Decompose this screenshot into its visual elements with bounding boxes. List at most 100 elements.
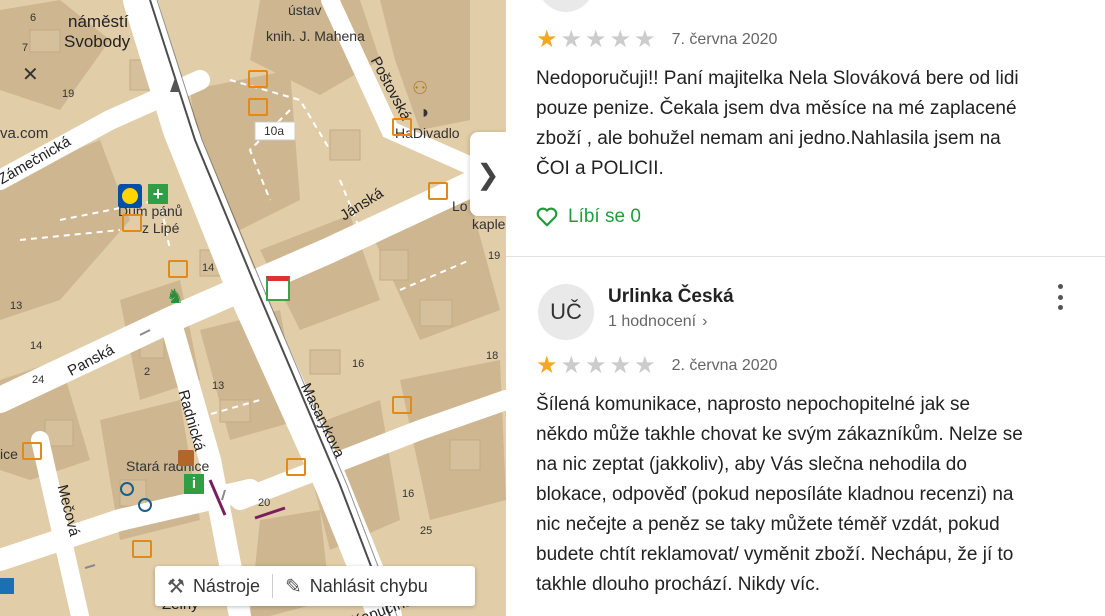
- review-text-line: zboží , ale bohužel nemam ani jedno.Nahl…: [536, 128, 1001, 149]
- avatar: [538, 0, 594, 12]
- star-empty-icon: ★: [560, 26, 583, 53]
- map-label-lipe: z Lipé: [142, 220, 180, 236]
- house-number: 16: [402, 488, 415, 500]
- reviews-panel[interactable]: ★ ★ ★ ★ ★ 7. června 2020 Nedoporučuji!! Paní…: [506, 0, 1105, 616]
- pharmacy-icon[interactable]: +: [148, 184, 168, 204]
- house-number: 7: [22, 42, 29, 54]
- shop-icon[interactable]: [428, 182, 448, 200]
- more-options-icon[interactable]: [1052, 284, 1068, 310]
- star-rating: ★ ★ ★ ★ ★: [536, 28, 656, 52]
- map-badge-10a: 10a: [264, 124, 285, 138]
- star-empty-icon: ★: [560, 352, 583, 379]
- house-number: 19: [488, 250, 501, 262]
- theatre-mask-icon[interactable]: ◗: [420, 102, 431, 123]
- heart-icon: [536, 207, 558, 227]
- house-number: 19: [62, 88, 75, 100]
- avatar-initials: UČ: [550, 299, 582, 324]
- star-empty-icon: ★: [585, 352, 607, 379]
- map-label-svobody: Svobody: [64, 32, 131, 51]
- star-filled-icon: ★: [536, 352, 558, 379]
- tools-button[interactable]: ⚒ Nástroje: [155, 566, 272, 606]
- store-brand-icon[interactable]: [266, 276, 290, 301]
- tools-label: Nástroje: [192, 575, 260, 596]
- like-row: Líbí se 0: [536, 206, 1081, 228]
- avatar[interactable]: UČ: [538, 284, 594, 340]
- house-number: 13: [212, 380, 225, 392]
- house-number: 24: [32, 374, 45, 386]
- house-number: 25: [420, 525, 433, 537]
- house-number: 2: [144, 366, 151, 378]
- shop-icon[interactable]: [248, 70, 268, 88]
- map-label-ice: ice: [0, 446, 18, 462]
- review-text: Šílená komunikace, naprosto nepochopitel…: [536, 390, 1081, 600]
- review-rating-row: ★ ★ ★ ★ ★ 2. června 2020: [536, 354, 1081, 378]
- chevron-right-icon: ›: [702, 313, 708, 330]
- map-toolbar: ⚒ Nástroje ✎ Nahlásit chybu: [155, 566, 475, 606]
- map-label-ustav: ústav: [288, 2, 322, 18]
- shop-icon[interactable]: [248, 98, 268, 116]
- reviewer-name[interactable]: Urlinka Česká: [608, 286, 734, 308]
- report-error-label: Nahlásit chybu: [309, 575, 428, 596]
- bus-stop-icon[interactable]: [120, 482, 134, 496]
- review-text-line: Nedoporučuji!! Paní majitelka Nela Slová…: [536, 68, 1019, 89]
- star-empty-icon: ★: [634, 26, 656, 53]
- review-text-line: blokace, odpověď (pokud neposíláte kladn…: [536, 484, 1014, 505]
- theatre-icon[interactable]: ⚇: [412, 78, 428, 99]
- review-text-line: na nic zeptat (jakkoliv), aby Vás slečna…: [536, 454, 967, 475]
- lidl-logo-icon[interactable]: [118, 184, 142, 208]
- house-number: 13: [10, 300, 23, 312]
- bus-stop-icon[interactable]: [138, 498, 152, 512]
- map-label-stara-radnice: Stará radnice: [126, 458, 210, 474]
- star-rating: ★ ★ ★ ★ ★: [536, 354, 656, 378]
- review-divider: [506, 256, 1105, 257]
- like-button[interactable]: Líbí se 0: [536, 206, 1081, 228]
- star-empty-icon: ★: [634, 352, 656, 379]
- town-hall-icon[interactable]: [178, 450, 194, 466]
- report-error-button[interactable]: ✎ Nahlásit chybu: [273, 566, 440, 606]
- monument-icon[interactable]: [170, 78, 180, 92]
- restaurant-icon[interactable]: ✕: [22, 62, 39, 87]
- star-filled-icon: ★: [536, 26, 558, 53]
- house-number: 20: [258, 497, 271, 509]
- review-item: ★ ★ ★ ★ ★ 2. června 2020: [536, 354, 1081, 378]
- pencil-icon: ✎: [284, 575, 302, 598]
- map-view[interactable]: náměstí Svobody ústav knih. J. Mahena Po…: [0, 0, 506, 616]
- tools-icon: ⚒: [167, 575, 185, 598]
- house-number: 18: [486, 350, 499, 362]
- review-date: 7. června 2020: [671, 31, 778, 48]
- shop-icon[interactable]: [168, 260, 188, 278]
- house-number: 16: [352, 358, 365, 370]
- zoo-giraffe-icon[interactable]: ♞: [166, 284, 184, 309]
- reviewer-ratings-link[interactable]: 1 hodnocení ›: [608, 313, 707, 331]
- review-text-line: někdo může takhle chovat ke svým zákazní…: [536, 424, 1023, 445]
- house-number: 14: [30, 340, 43, 352]
- house-number: 6: [30, 12, 37, 24]
- shop-icon[interactable]: [132, 540, 152, 558]
- review-item: ★ ★ ★ ★ ★ 7. června 2020: [536, 28, 1081, 52]
- map-label-knih: knih. J. Mahena: [266, 28, 365, 44]
- shop-icon[interactable]: [392, 396, 412, 414]
- map-label-lo: Lo: [452, 198, 468, 214]
- shop-icon[interactable]: [392, 118, 412, 136]
- shop-icon[interactable]: [22, 442, 42, 460]
- chevron-right-icon: ❯: [476, 158, 500, 190]
- review-text: Nedoporučuji!! Paní majitelka Nela Slová…: [536, 64, 1081, 184]
- house-number: 14: [202, 262, 215, 274]
- shop-icon[interactable]: [286, 458, 306, 476]
- review-rating-row: ★ ★ ★ ★ ★ 7. června 2020: [536, 28, 1081, 52]
- review-text-line: ČOI a POLICII.: [536, 158, 664, 179]
- collapse-panel-button[interactable]: ❯: [470, 132, 506, 216]
- ratings-count: 1 hodnocení: [608, 313, 697, 330]
- map-label-kaple: kaple: [472, 216, 506, 232]
- review-text-line: budete chtít reklamovat/ vyměnit zboží. …: [536, 544, 1014, 565]
- review-text-line: nic nečejte a peněz se taky můžete téměř…: [536, 514, 1000, 535]
- info-icon[interactable]: i: [184, 474, 204, 494]
- map-label-web: va.com: [0, 125, 49, 142]
- map-label-namesti: náměstí: [68, 12, 129, 31]
- star-empty-icon: ★: [609, 352, 632, 379]
- parking-icon[interactable]: [0, 578, 14, 594]
- shop-icon[interactable]: [122, 214, 142, 232]
- star-empty-icon: ★: [609, 26, 632, 53]
- star-empty-icon: ★: [585, 26, 607, 53]
- review-date: 2. června 2020: [671, 357, 778, 374]
